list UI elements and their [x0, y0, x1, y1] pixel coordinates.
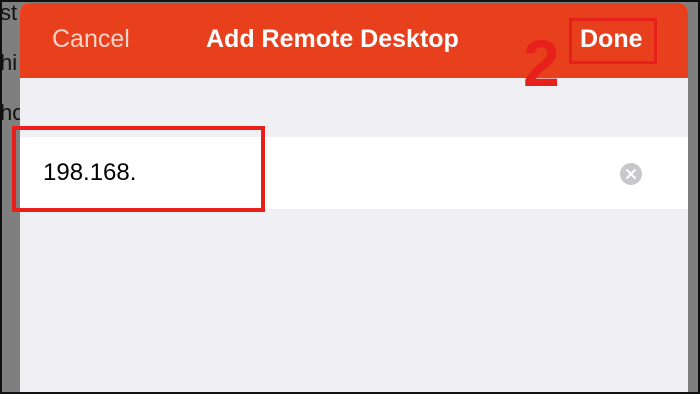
- input-highlight-box: [12, 126, 265, 212]
- cancel-button[interactable]: Cancel: [52, 25, 130, 54]
- page-title: Add Remote Desktop: [206, 25, 459, 53]
- done-highlight-box: [569, 18, 657, 64]
- clear-circle-icon[interactable]: [620, 163, 642, 185]
- navigation-bar: Cancel Add Remote Desktop Done: [20, 3, 688, 78]
- step-number-label: 2: [523, 26, 560, 100]
